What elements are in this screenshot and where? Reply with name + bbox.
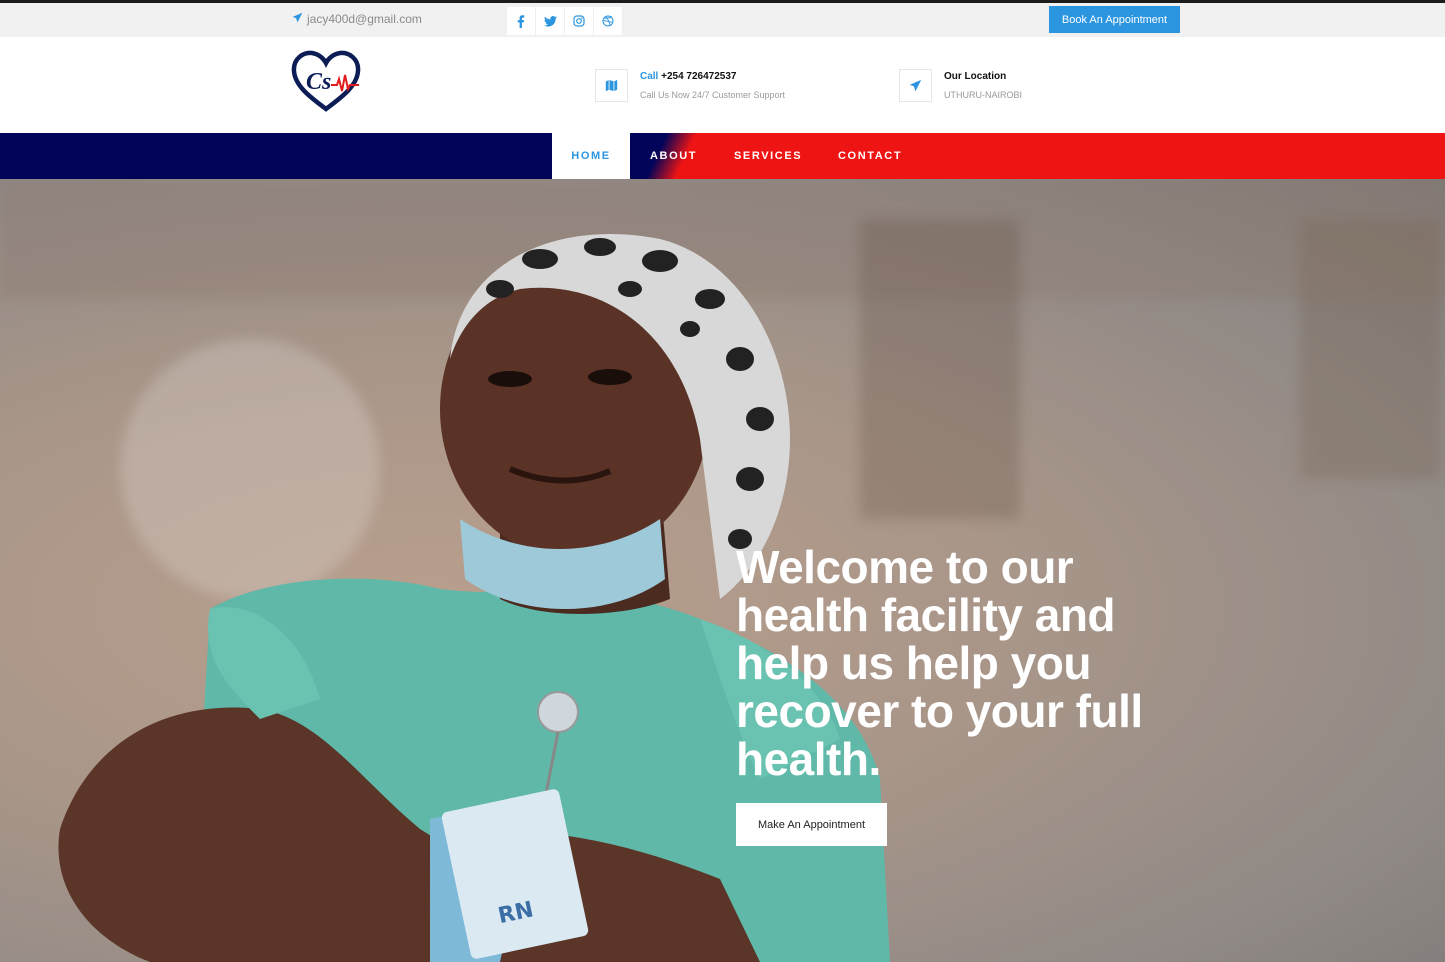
- top-bar: jacy400d@gmail.com Book An Appointment: [0, 3, 1445, 37]
- location-text: UTHURU-NAIROBI: [944, 90, 1022, 100]
- location-label: Our Location: [944, 71, 1007, 82]
- phone-link[interactable]: +254 726472537: [661, 71, 736, 82]
- make-appointment-button[interactable]: Make An Appointment: [736, 803, 887, 846]
- nav-contact[interactable]: CONTACT: [838, 133, 902, 179]
- call-subtext: Call Us Now 24/7 Customer Support: [640, 90, 786, 100]
- nav-services[interactable]: SERVICES: [734, 133, 802, 179]
- site-logo[interactable]: Cs: [291, 49, 361, 113]
- map-icon: [595, 69, 628, 102]
- hero-background-window: [1300, 219, 1440, 479]
- site-header: Cs Call +254 726472537 Call Us Now 24/7 …: [0, 37, 1445, 133]
- twitter-icon[interactable]: [536, 7, 565, 35]
- paper-plane-icon: [292, 12, 303, 26]
- paper-plane-icon: [899, 69, 932, 102]
- call-line: Call +254 726472537: [640, 71, 785, 82]
- main-nav: HOME ABOUT SERVICES CONTACT: [0, 133, 1445, 179]
- email-contact[interactable]: jacy400d@gmail.com: [292, 12, 422, 26]
- instagram-icon[interactable]: [565, 7, 594, 35]
- call-info: Call +254 726472537 Call Us Now 24/7 Cus…: [595, 69, 785, 102]
- hero-headline: Welcome to our health facility and help …: [736, 541, 1143, 785]
- location-info: Our Location UTHURU-NAIROBI: [899, 69, 1022, 102]
- hero-section: RN Welcome to our health facility and he…: [0, 179, 1445, 962]
- nav-home[interactable]: HOME: [552, 133, 630, 179]
- social-links: [507, 7, 623, 35]
- email-text: jacy400d@gmail.com: [307, 12, 422, 26]
- book-appointment-button[interactable]: Book An Appointment: [1049, 6, 1180, 33]
- svg-text:Cs: Cs: [306, 69, 331, 95]
- call-label: Call: [640, 71, 659, 82]
- nav-about[interactable]: ABOUT: [650, 133, 697, 179]
- facebook-icon[interactable]: [507, 7, 536, 35]
- dribbble-icon[interactable]: [594, 7, 623, 35]
